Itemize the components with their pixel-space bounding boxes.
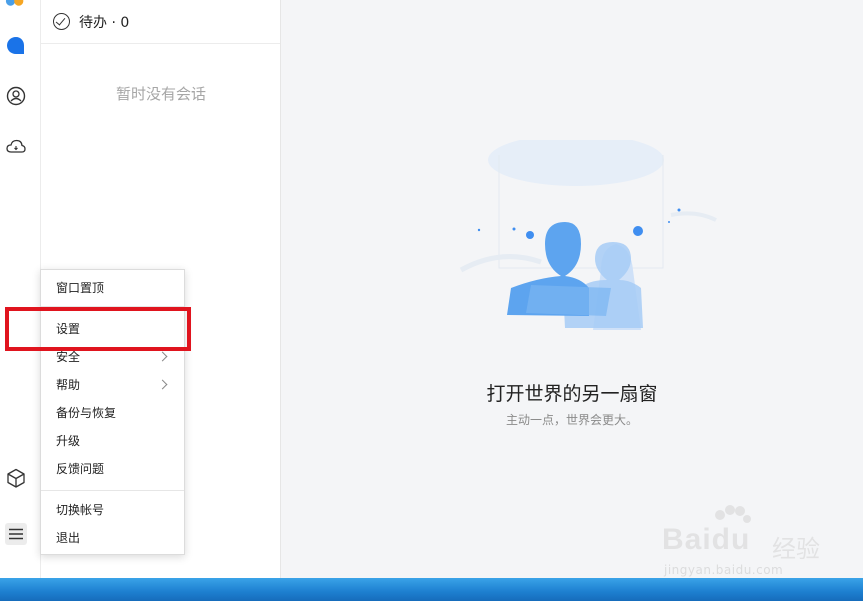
menu-item-security-label: 安全 — [56, 350, 81, 364]
watermark-brand: Baidu — [662, 523, 751, 556]
todo-header[interactable]: 待办 · 0 — [41, 0, 280, 44]
watermark-url: jingyan.baidu.com — [664, 563, 784, 577]
cube-icon[interactable] — [5, 467, 27, 489]
baidu-jingyan-watermark: Baidu 经验 jingyan.baidu.com — [662, 505, 822, 580]
todo-label: 待办 · 0 — [79, 14, 130, 31]
cloud-icon[interactable] — [5, 136, 27, 158]
message-icon[interactable] — [5, 35, 27, 57]
menu-item-exit[interactable]: 退出 — [41, 526, 184, 550]
menu-icon[interactable] — [5, 523, 27, 545]
menu-item-help[interactable]: 帮助 — [41, 373, 184, 397]
menu-divider — [41, 490, 184, 491]
menu-item-upgrade[interactable]: 升级 — [41, 429, 184, 453]
menu-item-help-label: 帮助 — [56, 378, 81, 392]
menu-item-backup-restore[interactable]: 备份与恢复 — [41, 401, 184, 425]
people-illustration — [459, 140, 717, 330]
chevron-right-icon — [157, 351, 168, 362]
app-logo-icon[interactable] — [5, 0, 27, 14]
menu-item-feedback[interactable]: 反馈问题 — [41, 457, 184, 481]
watermark-suffix: 经验 — [772, 535, 820, 563]
chevron-right-icon — [157, 379, 168, 390]
windows-taskbar[interactable] — [0, 578, 863, 601]
hero-subtitle: 主动一点，世界会更大。 — [505, 413, 638, 427]
menu-item-switch-account[interactable]: 切换帐号 — [41, 498, 184, 522]
hero-title: 打开世界的另一扇窗 — [486, 383, 658, 405]
main-panel: 打开世界的另一扇窗 主动一点，世界会更大。 — [281, 0, 863, 578]
settings-highlight-box — [5, 307, 191, 351]
empty-session-text: 暂时没有会话 — [115, 85, 206, 103]
menu-item-pin-window[interactable]: 窗口置顶 — [41, 276, 184, 300]
check-circle-icon — [53, 13, 70, 30]
left-nav-rail — [0, 0, 41, 578]
contacts-icon[interactable] — [5, 85, 27, 107]
